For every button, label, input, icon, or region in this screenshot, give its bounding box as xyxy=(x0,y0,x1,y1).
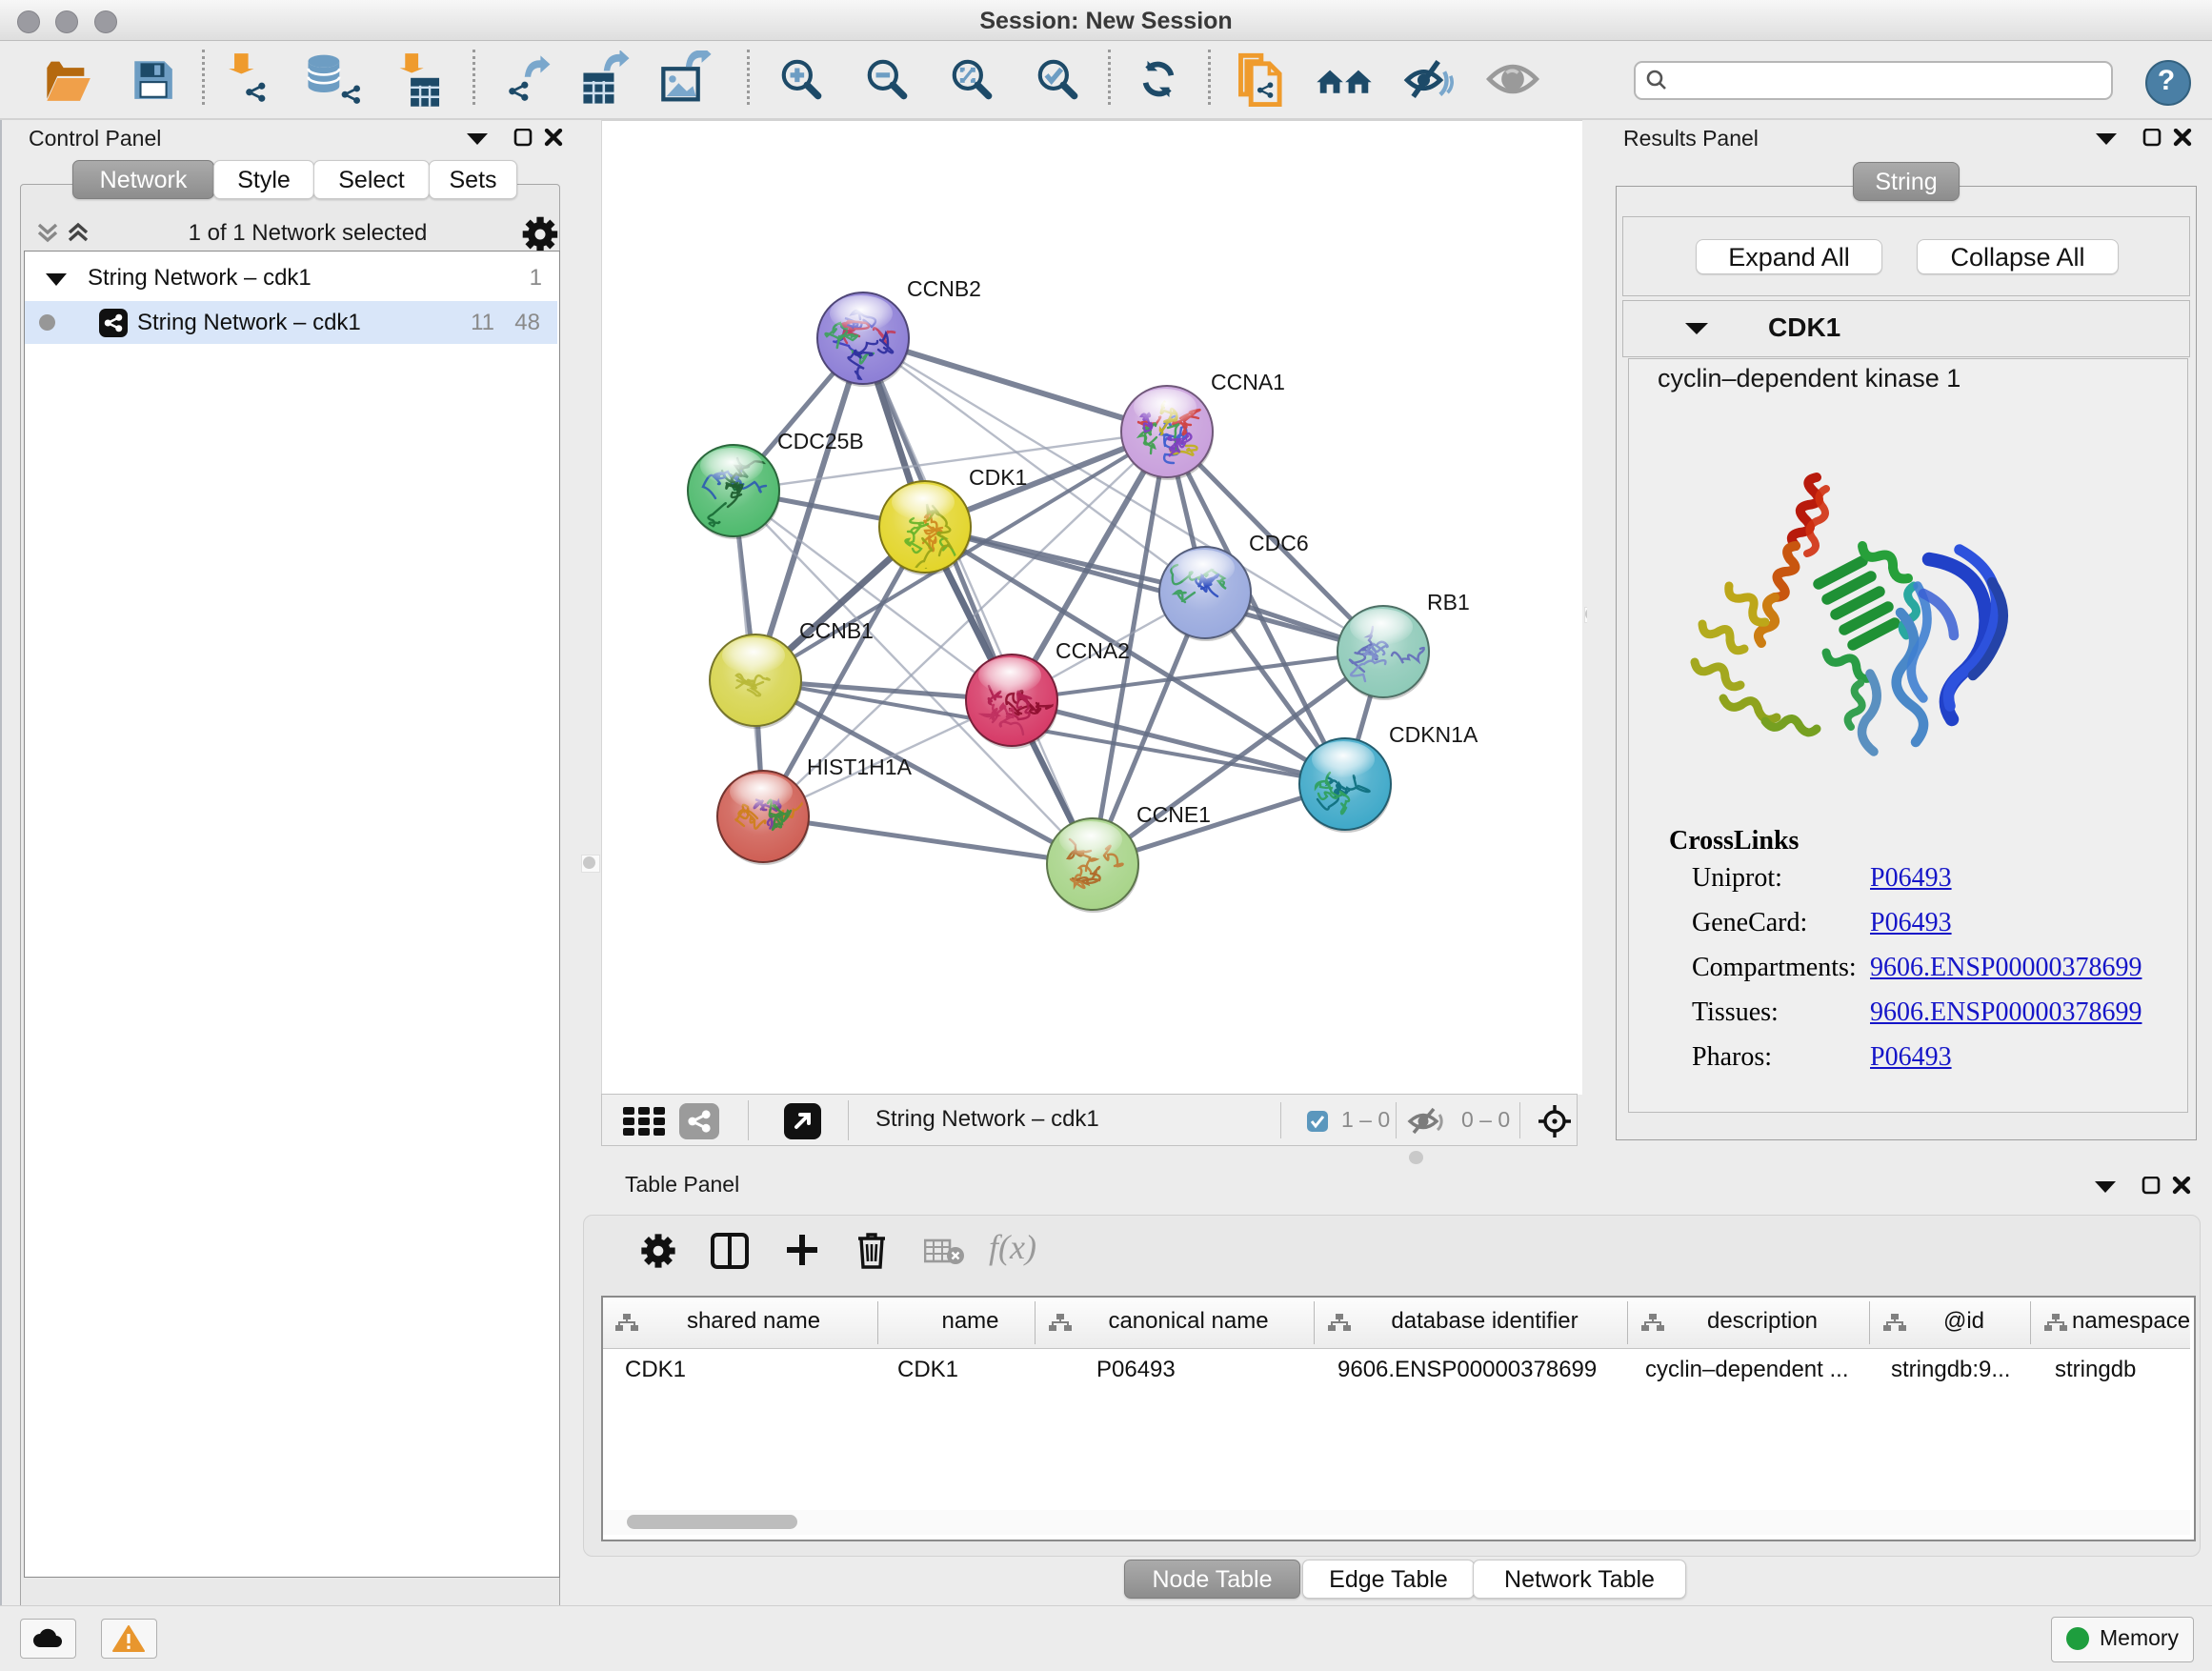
svg-text:CDC6: CDC6 xyxy=(1249,531,1309,555)
svg-text:CCNA2: CCNA2 xyxy=(1056,638,1130,663)
svg-text:HIST1H1A: HIST1H1A xyxy=(807,755,913,779)
svg-text:CCNE1: CCNE1 xyxy=(1136,802,1211,827)
svg-text:CCNA1: CCNA1 xyxy=(1211,370,1285,394)
svg-text:CCNB2: CCNB2 xyxy=(907,276,981,301)
svg-text:CDC25B: CDC25B xyxy=(777,429,864,453)
svg-text:CCNB1: CCNB1 xyxy=(799,618,874,643)
svg-text:CDKN1A: CDKN1A xyxy=(1389,722,1478,747)
svg-text:CDK1: CDK1 xyxy=(969,465,1027,490)
svg-text:RB1: RB1 xyxy=(1427,590,1470,614)
